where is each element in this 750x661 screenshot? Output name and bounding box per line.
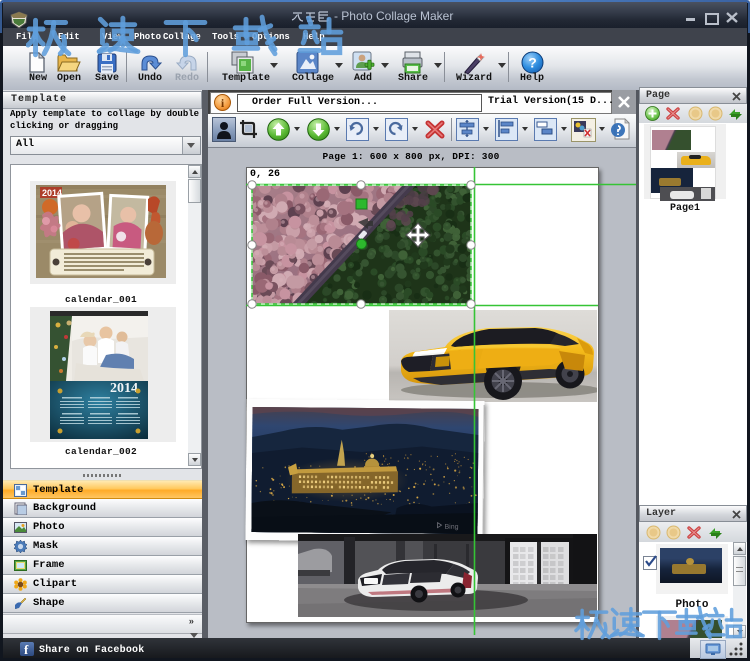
svg-text:?: ? xyxy=(528,55,537,71)
svg-text:2014: 2014 xyxy=(110,381,138,396)
